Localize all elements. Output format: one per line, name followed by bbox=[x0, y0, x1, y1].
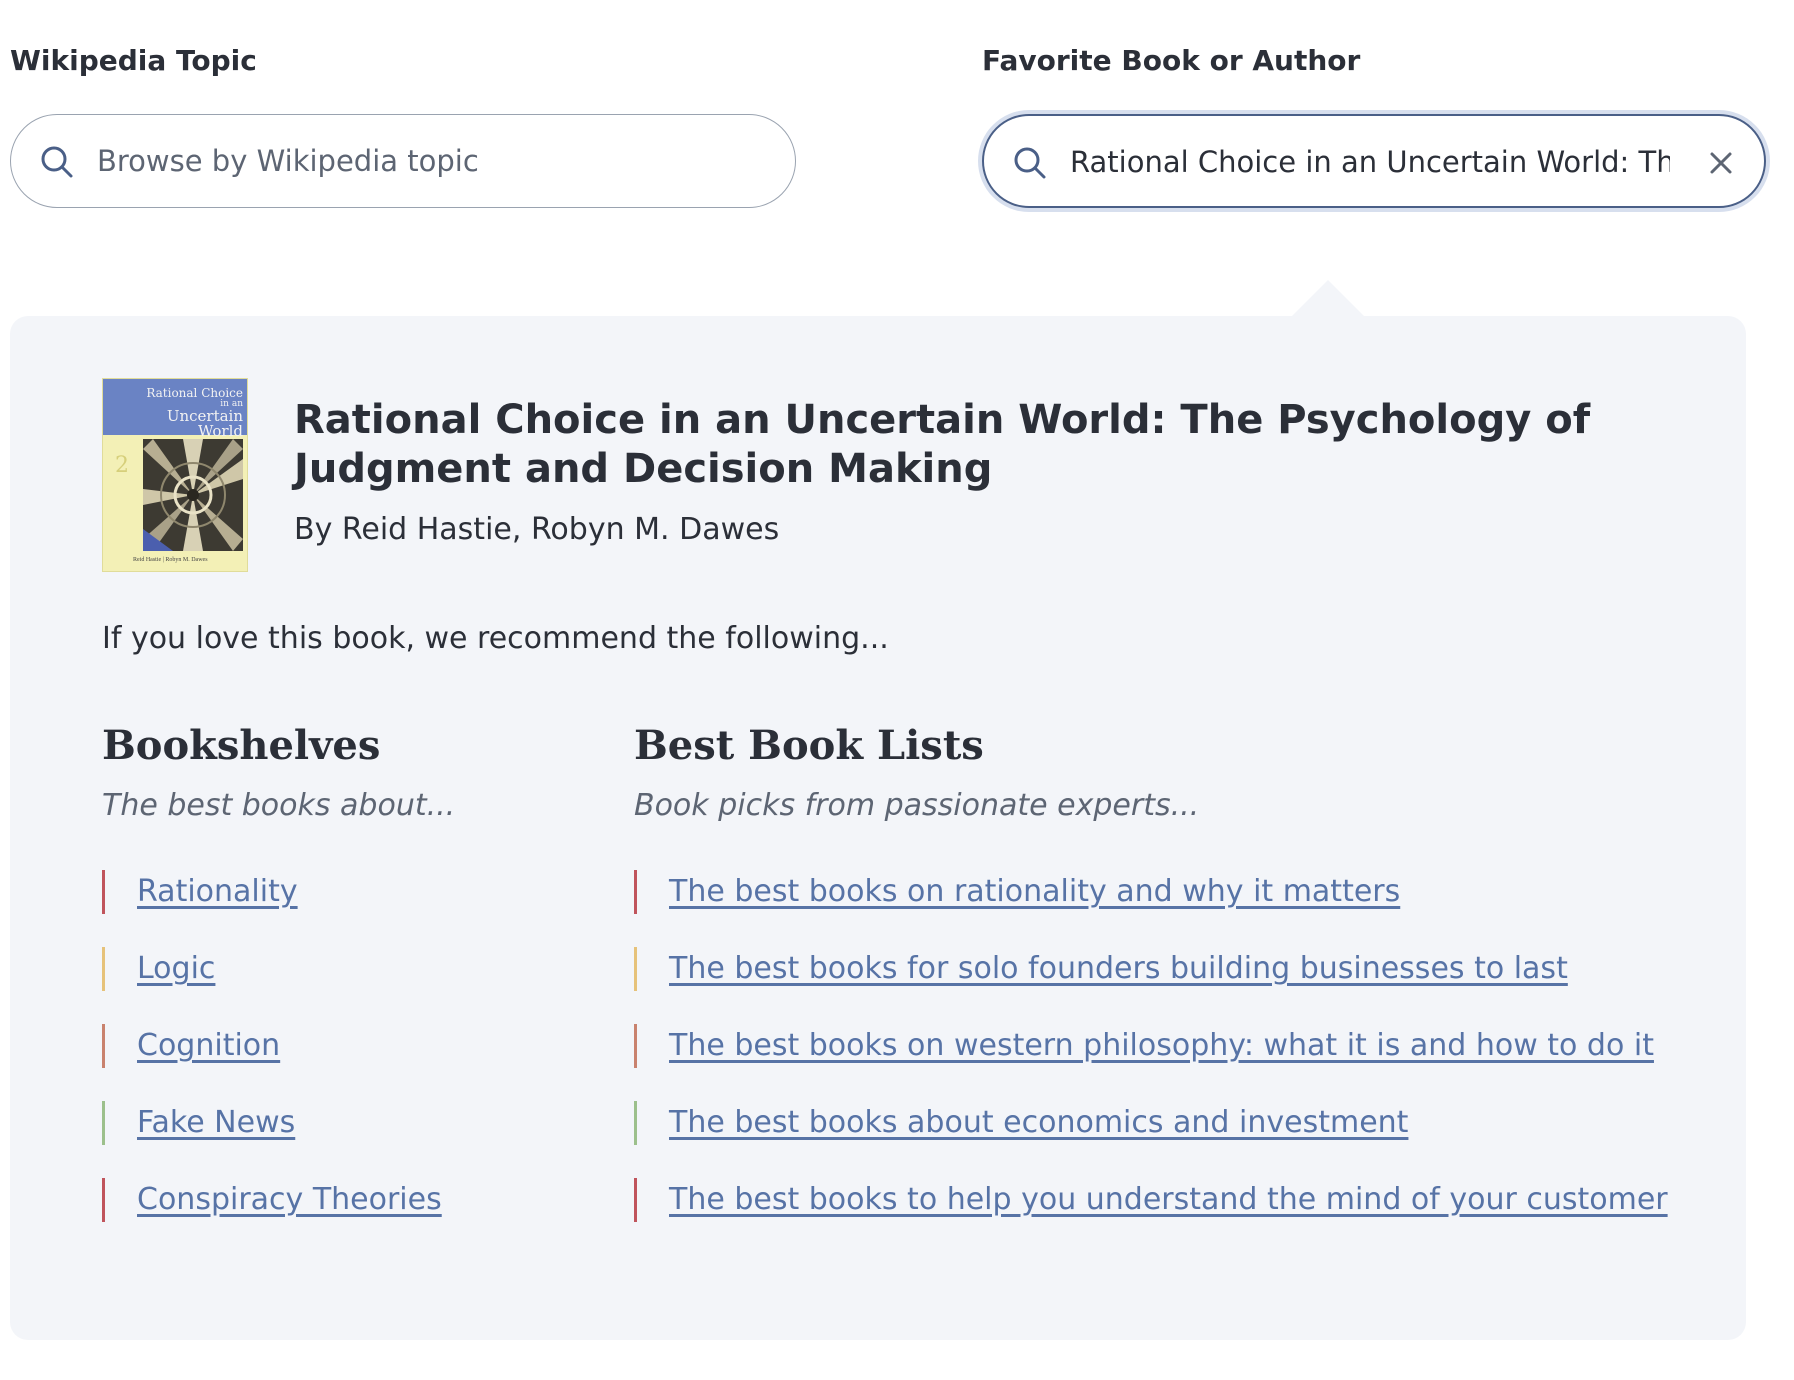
bookshelf-item: Fake News bbox=[102, 1101, 442, 1145]
book-list-link[interactable]: The best books about economics and inves… bbox=[669, 1105, 1408, 1140]
search-icon bbox=[1014, 147, 1046, 179]
favorite-book-search[interactable] bbox=[982, 114, 1766, 208]
bookshelves-subheading: The best books about... bbox=[102, 788, 456, 823]
favorite-book-input[interactable] bbox=[1070, 134, 1670, 190]
bookshelf-link-fake-news[interactable]: Fake News bbox=[137, 1105, 295, 1140]
wikipedia-topic-input[interactable] bbox=[97, 133, 757, 189]
bookshelf-item: Cognition bbox=[102, 1024, 442, 1068]
wikipedia-topic-search[interactable] bbox=[10, 114, 796, 208]
bookshelf-link-conspiracy-theories[interactable]: Conspiracy Theories bbox=[137, 1182, 442, 1217]
bookshelves-heading: Bookshelves bbox=[102, 722, 381, 769]
best-book-lists-heading: Best Book Lists bbox=[634, 722, 984, 769]
book-list-item: The best books for solo founders buildin… bbox=[634, 947, 1668, 991]
book-list-link[interactable]: The best books on western philosophy: wh… bbox=[669, 1028, 1654, 1063]
book-list-item: The best books about economics and inves… bbox=[634, 1101, 1668, 1145]
spiral-staircase-image bbox=[143, 439, 243, 551]
cover-edition: 2 bbox=[115, 453, 129, 478]
book-result-panel: Rational Choice in an Uncertain World 2 … bbox=[10, 316, 1746, 1340]
bookshelf-link-logic[interactable]: Logic bbox=[137, 951, 215, 986]
cover-title: Rational Choice in an Uncertain World bbox=[109, 387, 243, 439]
book-cover[interactable]: Rational Choice in an Uncertain World 2 … bbox=[102, 378, 248, 572]
recommend-text: If you love this book, we recommend the … bbox=[102, 621, 889, 656]
close-icon[interactable] bbox=[1704, 146, 1738, 180]
bookshelf-link-cognition[interactable]: Cognition bbox=[137, 1028, 280, 1063]
panel-pointer bbox=[1290, 280, 1366, 318]
bookshelf-item: Rationality bbox=[102, 870, 442, 914]
best-book-lists-list: The best books on rationality and why it… bbox=[634, 870, 1668, 1255]
bookshelf-item: Conspiracy Theories bbox=[102, 1178, 442, 1222]
book-author: By Reid Hastie, Robyn M. Dawes bbox=[294, 512, 780, 547]
bookshelf-item: Logic bbox=[102, 947, 442, 991]
cover-title-line: World bbox=[198, 422, 243, 440]
favorite-book-label: Favorite Book or Author bbox=[982, 44, 1361, 77]
book-list-item: The best books to help you understand th… bbox=[634, 1178, 1668, 1222]
search-icon bbox=[41, 146, 73, 178]
wikipedia-topic-label: Wikipedia Topic bbox=[10, 44, 257, 77]
cover-authors: Reid Hastie | Robyn M. Dawes bbox=[133, 557, 208, 563]
book-list-item: The best books on rationality and why it… bbox=[634, 870, 1668, 914]
book-list-link[interactable]: The best books for solo founders buildin… bbox=[669, 951, 1568, 986]
bookshelf-link-rationality[interactable]: Rationality bbox=[137, 874, 298, 909]
best-book-lists-subheading: Book picks from passionate experts... bbox=[634, 788, 1200, 823]
book-list-link[interactable]: The best books on rationality and why it… bbox=[669, 874, 1400, 909]
book-list-link[interactable]: The best books to help you understand th… bbox=[669, 1182, 1668, 1217]
bookshelves-list: Rationality Logic Cognition Fake News Co… bbox=[102, 870, 442, 1255]
book-title[interactable]: Rational Choice in an Uncertain World: T… bbox=[294, 396, 1654, 494]
book-list-item: The best books on western philosophy: wh… bbox=[634, 1024, 1668, 1068]
